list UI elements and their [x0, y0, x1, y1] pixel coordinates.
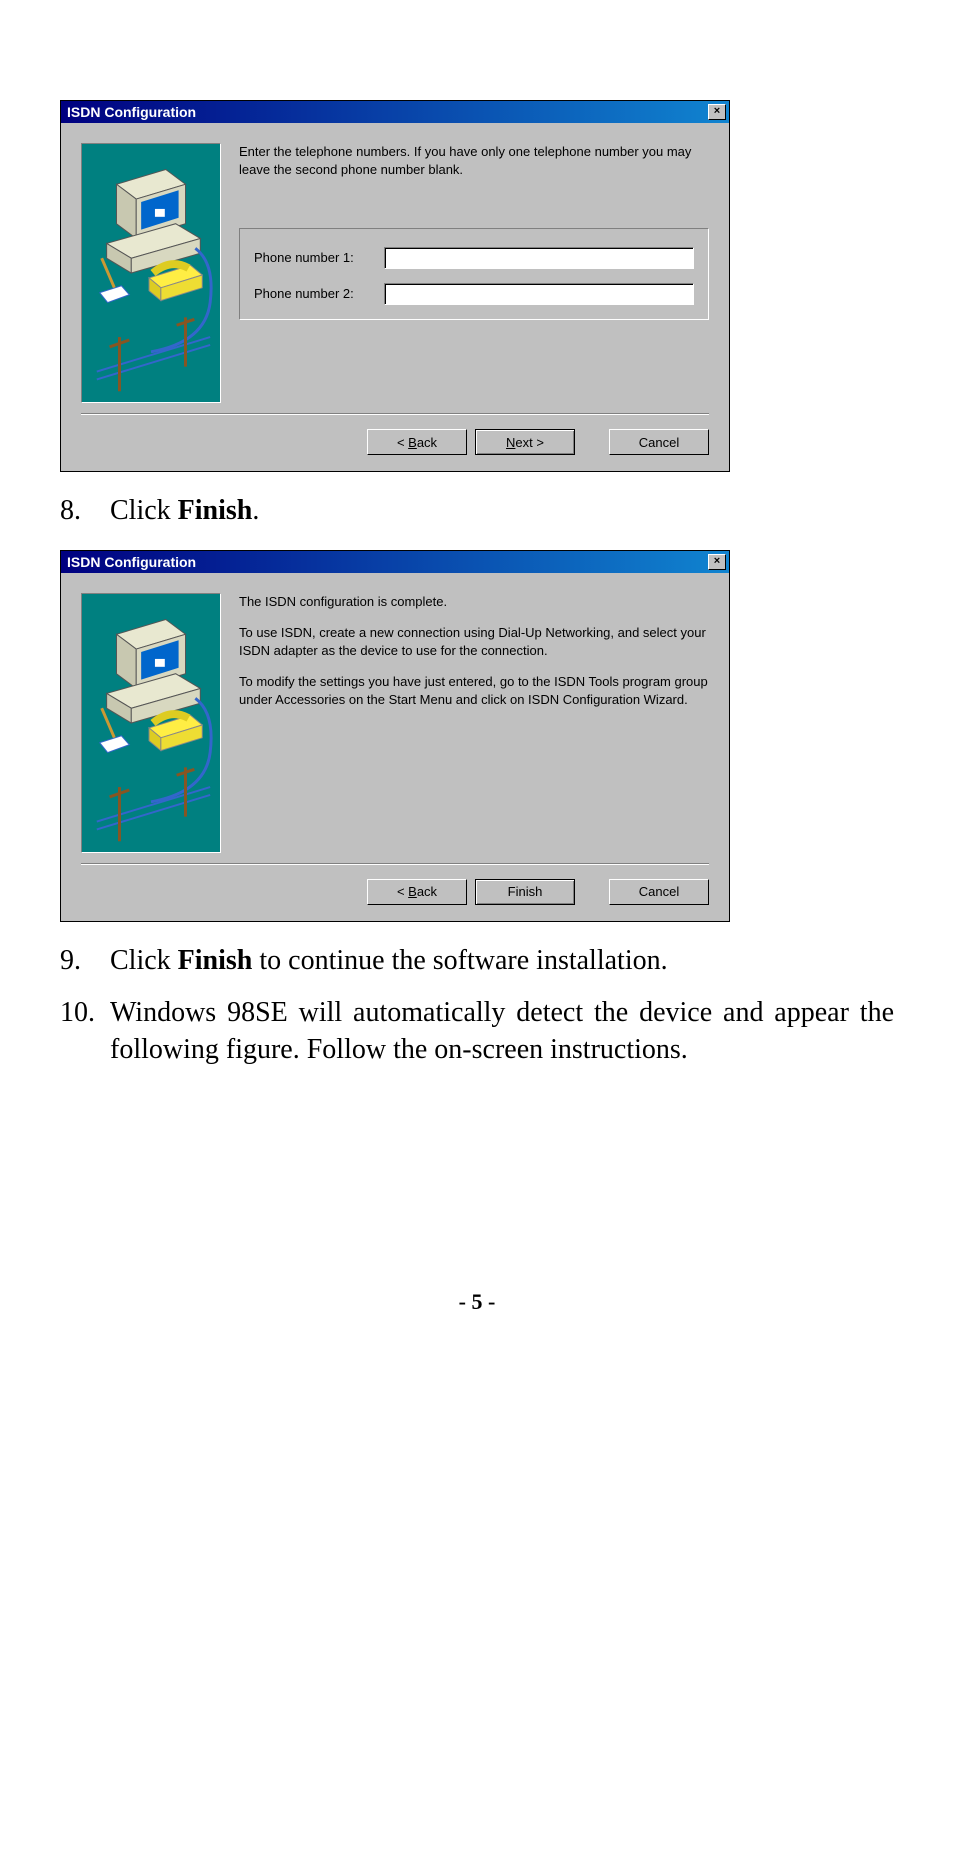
spacer	[583, 879, 601, 905]
complete-text-2: To use ISDN, create a new connection usi…	[239, 624, 709, 659]
phone-fieldset: Phone number 1: Phone number 2:	[239, 228, 709, 320]
phone1-label: Phone number 1:	[254, 249, 384, 267]
page-number: - 5 -	[60, 1289, 894, 1315]
close-button[interactable]: ×	[708, 104, 726, 120]
step-10: 10. Windows 98SE will automatically dete…	[60, 994, 894, 1070]
step-text: Click Finish.	[110, 492, 894, 530]
phone1-row: Phone number 1:	[254, 247, 694, 269]
titlebar: ISDN Configuration ×	[61, 101, 729, 123]
phone2-row: Phone number 2:	[254, 283, 694, 305]
finish-button[interactable]: Finish	[475, 879, 575, 905]
dialog-body: The ISDN configuration is complete. To u…	[61, 573, 729, 863]
back-button[interactable]: < Back	[367, 429, 467, 455]
step-9: 9. Click Finish to continue the software…	[60, 942, 894, 980]
wizard-content: Enter the telephone numbers. If you have…	[239, 143, 709, 403]
phone2-input[interactable]	[384, 283, 694, 305]
button-row: < Back Finish Cancel	[61, 865, 729, 921]
wizard-image	[81, 143, 221, 403]
step-number: 9.	[60, 942, 110, 980]
titlebar: ISDN Configuration ×	[61, 551, 729, 573]
isdn-dialog-phone-numbers: ISDN Configuration ×	[60, 100, 730, 472]
close-button[interactable]: ×	[708, 554, 726, 570]
window-title: ISDN Configuration	[67, 104, 196, 120]
step-8: 8. Click Finish.	[60, 492, 894, 530]
cancel-button[interactable]: Cancel	[609, 429, 709, 455]
step-number: 10.	[60, 994, 110, 1070]
window-title: ISDN Configuration	[67, 554, 196, 570]
step-text: Click Finish to continue the software in…	[110, 942, 894, 980]
phone1-input[interactable]	[384, 247, 694, 269]
cancel-button[interactable]: Cancel	[609, 879, 709, 905]
spacer	[583, 429, 601, 455]
dialog-body: Enter the telephone numbers. If you have…	[61, 123, 729, 413]
isdn-computer-phone-icon	[82, 594, 220, 852]
complete-text-3: To modify the settings you have just ent…	[239, 673, 709, 708]
button-row: < Back Next > Cancel	[61, 415, 729, 471]
complete-text-1: The ISDN configuration is complete.	[239, 593, 709, 611]
step-number: 8.	[60, 492, 110, 530]
next-button[interactable]: Next >	[475, 429, 575, 455]
isdn-computer-phone-icon	[82, 144, 220, 402]
phone2-label: Phone number 2:	[254, 285, 384, 303]
isdn-dialog-complete: ISDN Configuration ×	[60, 550, 730, 922]
step-text: Windows 98SE will automatically detect t…	[110, 994, 894, 1070]
wizard-content: The ISDN configuration is complete. To u…	[239, 593, 709, 853]
back-button[interactable]: < Back	[367, 879, 467, 905]
instruction-text: Enter the telephone numbers. If you have…	[239, 143, 709, 178]
wizard-image	[81, 593, 221, 853]
